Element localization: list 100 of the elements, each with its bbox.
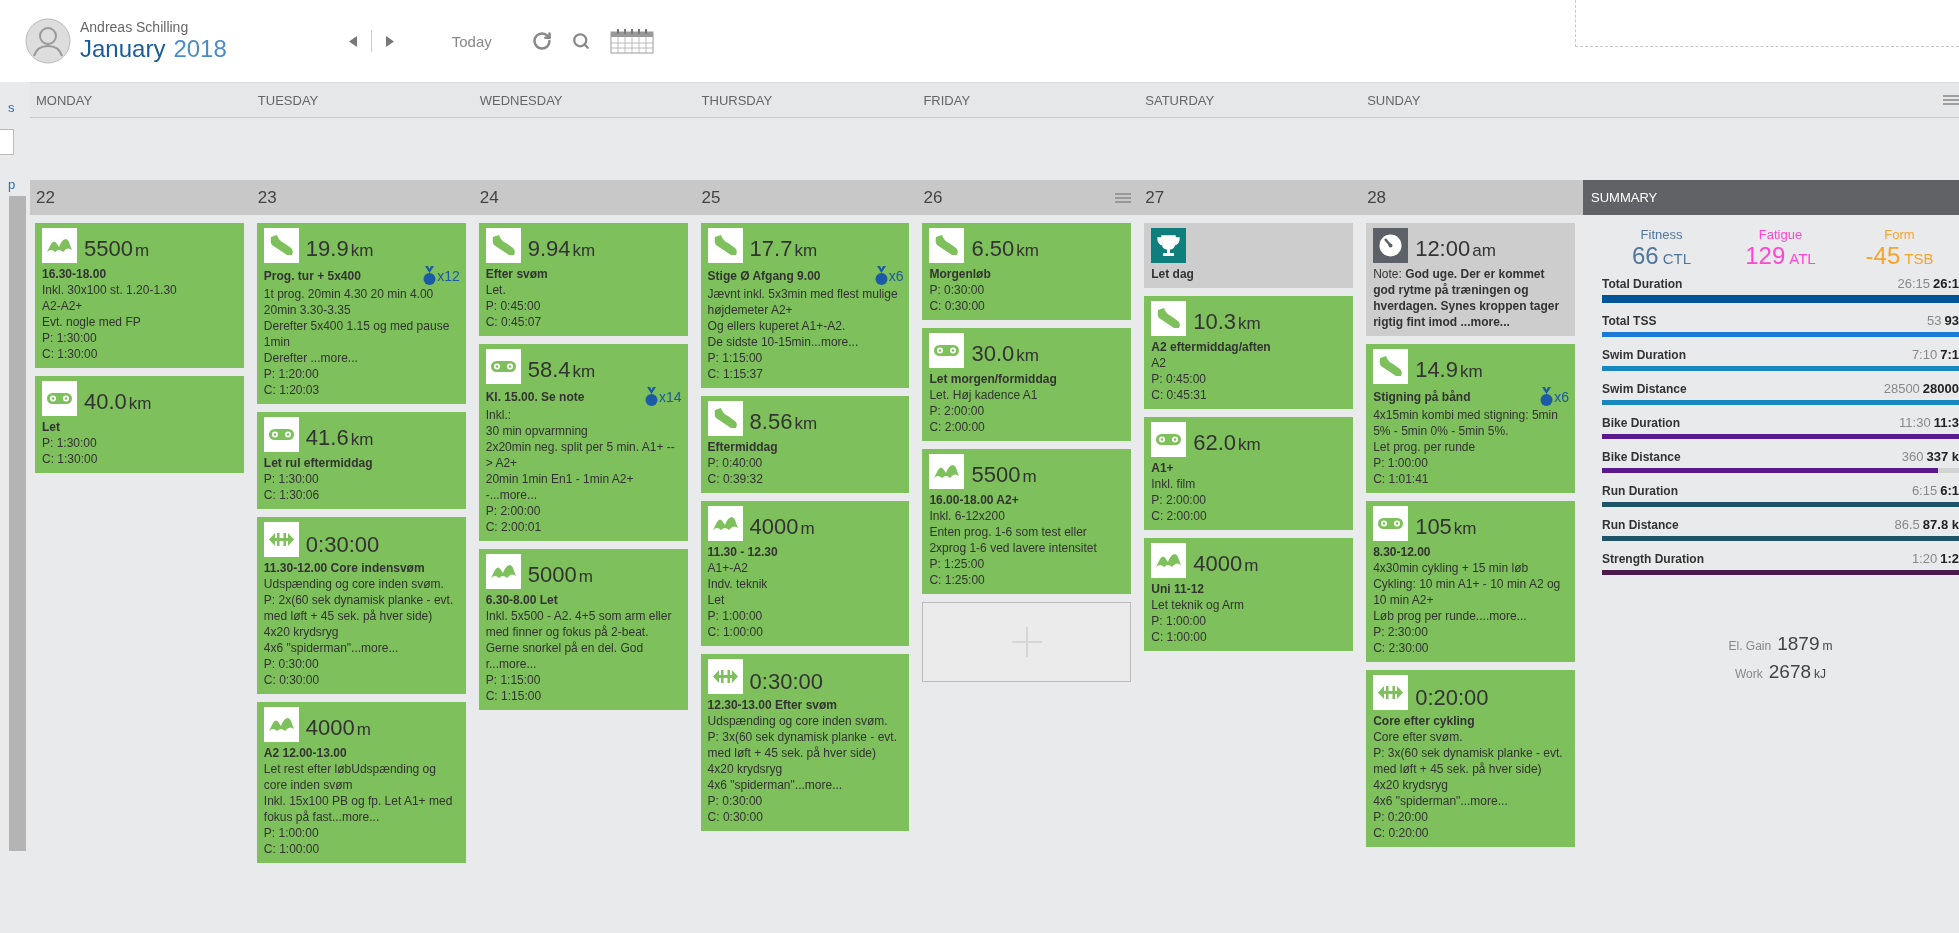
workout-card[interactable]: 40.0 km Let P: 1:30:00 C: 1:30:00: [35, 376, 244, 473]
wave-icon: [1151, 543, 1187, 578]
planned-time: P: 1:20:00: [263, 366, 320, 382]
workout-title: Eftermiddag: [707, 439, 778, 455]
workout-card[interactable]: 5500m 16.00-18.00 A2+ Inkl. 6-12x200 Enten prog. 1-6 som test eller 2xprog 1-6 ved lavere intensitet P: 1:25:00 C: 1:25:00: [922, 449, 1132, 594]
wave-icon: [929, 454, 965, 489]
completed-time: C: 2:00:01: [485, 519, 543, 535]
workout-description: Inkl.:: [485, 407, 513, 423]
metric-value: -45 TSB: [1865, 242, 1934, 270]
workout-amount: 41.6 km: [305, 426, 374, 452]
side-link[interactable]: s: [8, 100, 30, 115]
workout-amount: 12:00am: [1415, 237, 1496, 263]
completed-time: C: 0:39:32: [707, 471, 764, 487]
side-input-field[interactable]: [0, 129, 14, 155]
weekday-header: WEDNESDAY: [473, 82, 696, 118]
scrollbar-thumb[interactable]: [9, 196, 26, 851]
menu-icon[interactable]: [1943, 95, 1959, 105]
workout-title: 16.00-18.00 A2+: [929, 492, 1019, 508]
workout-card[interactable]: 9.94km Efter svøm Let. P: 0:45:00 C: 0:45:07: [478, 223, 688, 336]
workout-description: 4x15min kombi med stigning: 5min 5% - 5min 0% - 5min 5%.: [1373, 407, 1559, 439]
month-label: January: [80, 35, 166, 63]
medal-count: x6: [888, 268, 904, 284]
completed-time: C: 0:45:07: [485, 314, 543, 330]
summary-header: SUMMARY: [1583, 180, 1959, 215]
stat-label: Run Distance: [1602, 518, 1679, 532]
workout-card[interactable]: 10.3 km A2 eftermiddag/aften A2 P: 0:45:00 C: 0:45:31: [1144, 296, 1354, 409]
medal-icon: [423, 266, 437, 286]
workout-card[interactable]: 6.50km Morgenløb P: 0:30:00 C: 0:30:00: [922, 223, 1132, 320]
workout-title: 12.30-13.00 Efter svøm: [707, 697, 837, 713]
workout-card[interactable]: 58.4km Kl. 15.00. Se note x14 Inkl.: 30 min opvarmning 2x20min neg. split per 5 min. A1+ --> A2+ 20min 1min En1 - 1min A2+ -...more... P: 2:00:00 C: 2:00:01: [478, 344, 688, 541]
workout-title: Prog. tur + 5x400: [263, 268, 361, 284]
planned-time: P: 2:00:00: [485, 503, 542, 519]
workout-title: 6.30-8.00 Let: [485, 592, 558, 608]
workout-title: Let: [42, 419, 60, 435]
planned-time: P: 0:45:00: [1151, 371, 1207, 387]
side-link[interactable]: p: [8, 177, 30, 192]
workout-card[interactable]: 4000 m A2 12.00-13.00 Let rest efter løbUdspænding og core inden svøm Inkl. 15x100 PB og fp. Let A1+ med fokus på fast...more... P: 1:00:00 C: 1:00:00: [256, 702, 466, 863]
stat-label: Swim Distance: [1602, 382, 1687, 396]
planned-time: P: 0:40:00: [707, 455, 764, 471]
workout-card[interactable]: 4000m Uni 11-12 Let teknik og Arm P: 1:00:00 C: 1:00:00: [1144, 538, 1354, 651]
planned-time: P: 2:00:00: [929, 403, 986, 419]
workout-card[interactable]: 17.7km Stige Ø Afgang 9.00 x6 Jævnt inkl. 5x3min med flest mulige højdemeter A2+ Og ellers kuperet A1+-A2. De sidste 10-15min...more... P: 1:15:00 C: 1:15:37: [700, 223, 910, 388]
completed-time: C: 1:25:00: [929, 572, 986, 588]
workout-card[interactable]: 8.56km Eftermiddag P: 0:40:00 C: 0:39:32: [700, 396, 910, 493]
year-label: 2018: [173, 35, 227, 63]
workout-card[interactable]: 62.0 km A1+ Inkl. film P: 2:00:00 C: 2:00:00: [1144, 417, 1354, 530]
workout-card[interactable]: 0:30:00 11.30-12.00 Core indensvøm Udspænding og core inden svøm. P: 2x(60 sek dynamisk planke - evt. med løft + 45 sek. på hver side) 4x20 krydsryg 4x6 "spiderman"...more... P: 0:30:00 C: 0:30:00: [256, 517, 466, 694]
workout-card[interactable]: 5500 m 16.30-18.00 Inkl. 30x100 st. 1.20-1.30 A2-A2+ Evt. nogle med FP P: 1:30:00 C: 1:30:00: [35, 223, 244, 368]
completed-time: C: 1:30:00: [42, 451, 99, 467]
workout-card[interactable]: 5000 m 6.30-8.00 Let Inkl. 5x500 - A2. 4+5 som arm eller med finner og fokus på 2-beat. Gerne snorkel på en del. God r...more... P: 1:15:00 C: 1:15:00: [478, 549, 688, 710]
workout-description: 1t prog. 20min 4.30 20 min 4.00 20min 3.30-3.35: [263, 286, 435, 318]
shoe-icon: [1373, 349, 1409, 384]
workout-card[interactable]: 4000m 11.30 - 12.30 A1+-A2 Indv. teknik Let P: 1:00:00 C: 1:00:00: [700, 501, 910, 646]
chain-link-icon: [929, 333, 965, 368]
workout-card[interactable]: 41.6 km Let rul eftermiddag P: 1:30:00 C: 1:30:06: [256, 412, 466, 509]
workout-description: 4x20 krydsryg: [1373, 777, 1449, 793]
workout-card[interactable]: 0:30:00 12.30-13.00 Efter svøm Udspænding og core inden svøm. P: 3x(60 sek dynamisk planke - evt. med løft + 45 sek. på hver side) 4x20 krydsryg 4x6 "spiderman"...more... P: 0:30:00 C: 0:30:00: [700, 654, 910, 831]
completed-time: C: 2:00:00: [1151, 508, 1208, 524]
metric-label: Fitness: [1640, 227, 1683, 242]
workout-amount: 4000m: [749, 515, 815, 541]
workout-description: Inkl. 15x100 PB og fp. Let A1+ med fokus på fast...more...: [263, 793, 454, 825]
completed-time: C: 0:30:00: [929, 298, 986, 314]
planned-time: P: 0:20:00: [1373, 809, 1429, 825]
workout-amount: 4000 m: [305, 716, 371, 742]
stat-label: Total Duration: [1602, 277, 1683, 291]
completed-value: 93: [1944, 313, 1959, 328]
workout-description: Inkl. 30x100 st. 1.20-1.30: [42, 282, 178, 298]
completed-time: C: 1:30:00: [42, 346, 99, 362]
completed-time: C: 1:00:00: [263, 841, 321, 857]
planned-value: 86.5: [1894, 517, 1920, 532]
workout-description: P: 3x(60 sek dynamisk planke - evt. med løft + 45 sek. på hver side): [1373, 745, 1564, 777]
workout-card[interactable]: Let dag: [1144, 223, 1354, 288]
planned-time: P: 1:15:00: [485, 672, 542, 688]
planned-value: 28500: [1883, 381, 1920, 396]
workout-description: Let rest efter løbUdspænding og core inden svøm: [263, 761, 437, 793]
workout-amount: 62.0 km: [1193, 431, 1261, 457]
workout-card[interactable]: 105 km 8.30-12.00 4x30min cykling + 15 min løb Cykling: 10 min A1+ - 10 min A2 og 10 min A2+ Løb prog per runde....more... P: 2:30:00 C: 2:30:00: [1366, 501, 1575, 662]
workout-card[interactable]: 12:00am Note: God uge. Der er kommet god rytme på træningen og hverdagen. Synes kroppen tager rigtig fint imod ...more...: [1366, 223, 1575, 336]
workout-description: De sidste 10-15min...more...: [707, 334, 860, 350]
planned-time: P: 1:00:00: [1151, 613, 1207, 629]
medal-icon: [645, 387, 658, 407]
completed-time: C: 1:00:00: [1151, 629, 1208, 645]
workout-card[interactable]: 14.9 km Stigning på bånd x6 4x15min kombi med stigning: 5min 5% - 5min 0% - 5min 5%. Let prog. per runde P: 1:00:00 C: 1:01:41: [1366, 344, 1575, 493]
workout-card[interactable]: 0:20:00 Core efter cykling Core efter svøm. P: 3x(60 sek dynamisk planke - evt. med løft + 45 sek. på hver side) 4x20 krydsryg 4x6 "spiderman"...more... P: 0:20:00 C: 0:20:00: [1366, 670, 1575, 847]
medal-icon: [874, 266, 888, 286]
total-value: 2678 kJ: [1768, 661, 1827, 683]
workout-description: 4x30min cykling + 15 min løb: [1373, 560, 1530, 576]
workout-amount: 5000 m: [527, 563, 593, 589]
completed-value: 87.8 k: [1922, 517, 1959, 532]
workout-card[interactable]: 30.0km Let morgen/formiddag Let. Høj kadence A1 P: 2:00:00 C: 2:00:00: [922, 328, 1132, 441]
workout-amount: 10.3 km: [1193, 310, 1261, 336]
workout-title: Let morgen/formiddag: [929, 371, 1057, 387]
medal-count: x12: [437, 268, 460, 284]
workout-title: Morgenløb: [929, 266, 991, 282]
today-button[interactable]: Today: [447, 28, 496, 54]
workout-card[interactable]: 19.9 km Prog. tur + 5x400 x12 1t prog. 20min 4.30 20 min 4.00 20min 3.30-3.35 Derefter 5x400 1.15 og med pause 1min Derefter ...more... P: 1:20:00 C: 1:20:03: [256, 223, 466, 404]
workout-description: Enten prog. 1-6 som test eller 2xprog 1-6 ved lavere intensitet: [929, 524, 1098, 556]
workout-description: P: 3x(60 sek dynamisk planke - evt. med løft + 45 sek. på hver side): [707, 729, 898, 761]
chain-link-icon: [1151, 422, 1187, 457]
completed-value: 28000: [1922, 381, 1959, 396]
